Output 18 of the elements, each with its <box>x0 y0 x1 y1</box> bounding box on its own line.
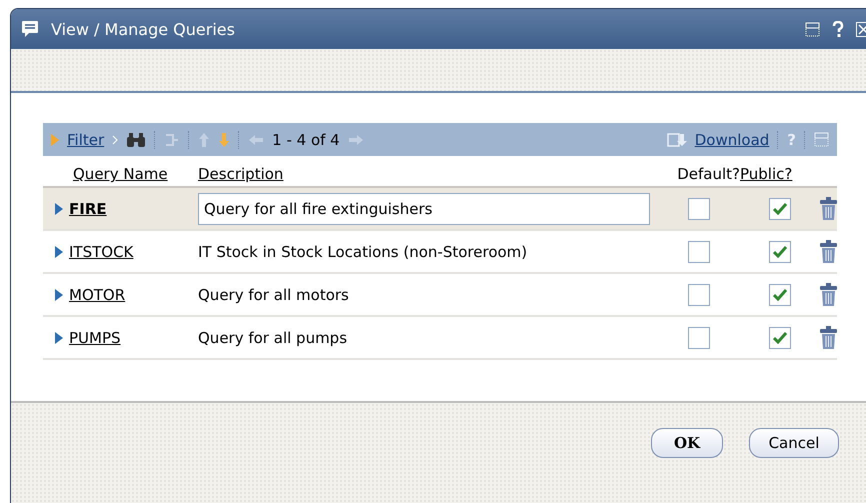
page-count: 1 - 4 of 4 <box>272 130 340 148</box>
column-header[interactable]: Public? <box>740 156 792 186</box>
column-header[interactable]: Description <box>198 156 284 186</box>
download-link[interactable]: Download <box>694 130 770 148</box>
column-header[interactable]: Query Name <box>43 156 168 186</box>
window-title: View / Manage Queries <box>51 20 236 38</box>
cancel-button[interactable]: Cancel <box>749 428 839 458</box>
filter-link[interactable]: Filter <box>67 130 104 148</box>
ok-button[interactable]: OK <box>651 428 723 458</box>
query-name-link[interactable]: MOTOR <box>69 286 126 304</box>
query-name-link[interactable]: ITSTOCK <box>69 242 134 260</box>
table-cell: IT Stock in Stock Locations (non-Storeroom) <box>198 242 528 260</box>
table-cell: Query for all pumps <box>198 328 348 346</box>
query-name-link[interactable]: FIRE <box>69 200 107 218</box>
query-name-link[interactable]: PUMPS <box>69 328 121 346</box>
description-field[interactable]: Query for all fire extinguishers <box>198 192 650 224</box>
column-header: Default? <box>677 164 740 185</box>
table-cell: Query for all motors <box>198 286 349 304</box>
